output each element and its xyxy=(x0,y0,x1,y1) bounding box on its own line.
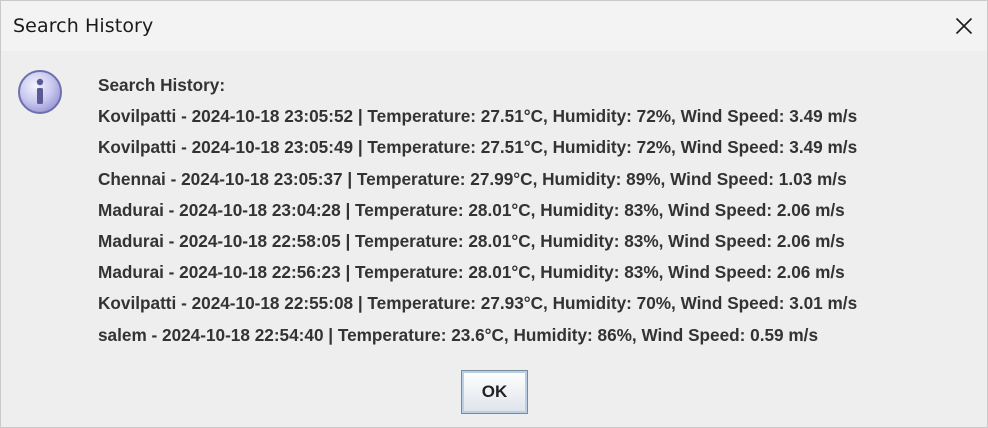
dialog-content: Search History: Kovilpatti - 2024-10-18 … xyxy=(1,51,987,428)
dialog-window: Search History Search History: Kovilpatt… xyxy=(0,0,988,428)
history-entry: Chennai - 2024-10-18 23:05:37 | Temperat… xyxy=(98,168,847,189)
info-icon xyxy=(16,68,64,116)
window-title: Search History xyxy=(13,15,154,37)
close-icon xyxy=(955,17,973,35)
ok-button[interactable]: OK xyxy=(461,370,528,414)
history-entry: Madurai - 2024-10-18 22:56:23 | Temperat… xyxy=(98,262,845,283)
history-entry: salem - 2024-10-18 22:54:40 | Temperatur… xyxy=(98,324,819,345)
history-message: Search History: Kovilpatti - 2024-10-18 … xyxy=(98,70,857,351)
history-entry: Madurai - 2024-10-18 22:58:05 | Temperat… xyxy=(98,230,845,251)
history-heading: Search History: xyxy=(98,75,226,95)
history-entry: Madurai - 2024-10-18 23:04:28 | Temperat… xyxy=(98,199,845,220)
title-bar[interactable]: Search History xyxy=(1,1,987,51)
close-button[interactable] xyxy=(941,1,987,51)
history-entry: Kovilpatti - 2024-10-18 22:55:08 | Tempe… xyxy=(98,293,858,314)
history-entry: Kovilpatti - 2024-10-18 23:05:52 | Tempe… xyxy=(98,106,858,127)
history-entry: Kovilpatti - 2024-10-18 23:05:49 | Tempe… xyxy=(98,137,858,158)
